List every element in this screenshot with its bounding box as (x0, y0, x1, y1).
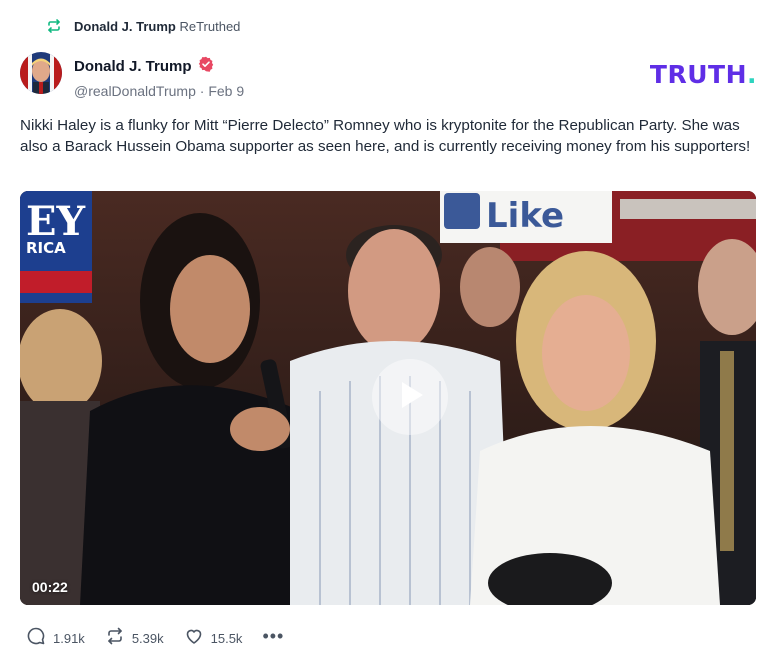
video-player[interactable]: EY RICA Like 00:22 (20, 191, 756, 605)
reply-count: 1.91k (53, 631, 85, 646)
author-name[interactable]: Donald J. Trump (74, 58, 192, 75)
sign-like-text: Like (486, 196, 564, 236)
verified-badge-icon (198, 56, 214, 77)
post-header: Donald J. Trump @realDonaldTrump · Feb 9… (20, 52, 757, 100)
heart-icon (184, 626, 204, 651)
retruth-button[interactable]: 5.39k (105, 626, 164, 651)
reply-icon (26, 626, 46, 651)
meta-separator: · (199, 83, 205, 99)
sign-left-subtext: RICA (26, 239, 66, 257)
post-actions: 1.91k 5.39k 15.5k ••• (26, 626, 284, 651)
retruth-action-icon (105, 626, 125, 651)
like-button[interactable]: 15.5k (184, 626, 243, 651)
retruth-icon (46, 18, 62, 34)
play-icon (392, 377, 428, 418)
post-meta: @realDonaldTrump · Feb 9 (74, 83, 244, 99)
author-info: Donald J. Trump @realDonaldTrump · Feb 9 (74, 56, 244, 99)
reply-button[interactable]: 1.91k (26, 626, 85, 651)
like-count: 15.5k (210, 631, 243, 646)
more-options-button[interactable]: ••• (262, 627, 284, 645)
retruth-count: 5.39k (131, 631, 164, 646)
retruth-author-link[interactable]: Donald J. Trump (74, 19, 176, 34)
logo-dot: . (747, 60, 757, 89)
sign-left-text: EY (26, 198, 85, 245)
retruth-header: Donald J. Trump ReTruthed (46, 18, 240, 34)
retruth-label: Donald J. Trump ReTruthed (74, 19, 240, 34)
author-handle[interactable]: @realDonaldTrump (74, 83, 196, 99)
video-duration: 00:22 (32, 579, 68, 595)
play-button[interactable] (372, 359, 448, 435)
post-text: Nikki Haley is a flunky for Mitt “Pierre… (20, 117, 751, 155)
logo-text: TRUTH (649, 60, 747, 89)
retruth-status-text: ReTruthed (179, 18, 241, 34)
truth-logo[interactable]: TRUTH. (650, 60, 757, 89)
post-date[interactable]: Feb 9 (208, 83, 244, 99)
avatar[interactable] (20, 52, 62, 94)
